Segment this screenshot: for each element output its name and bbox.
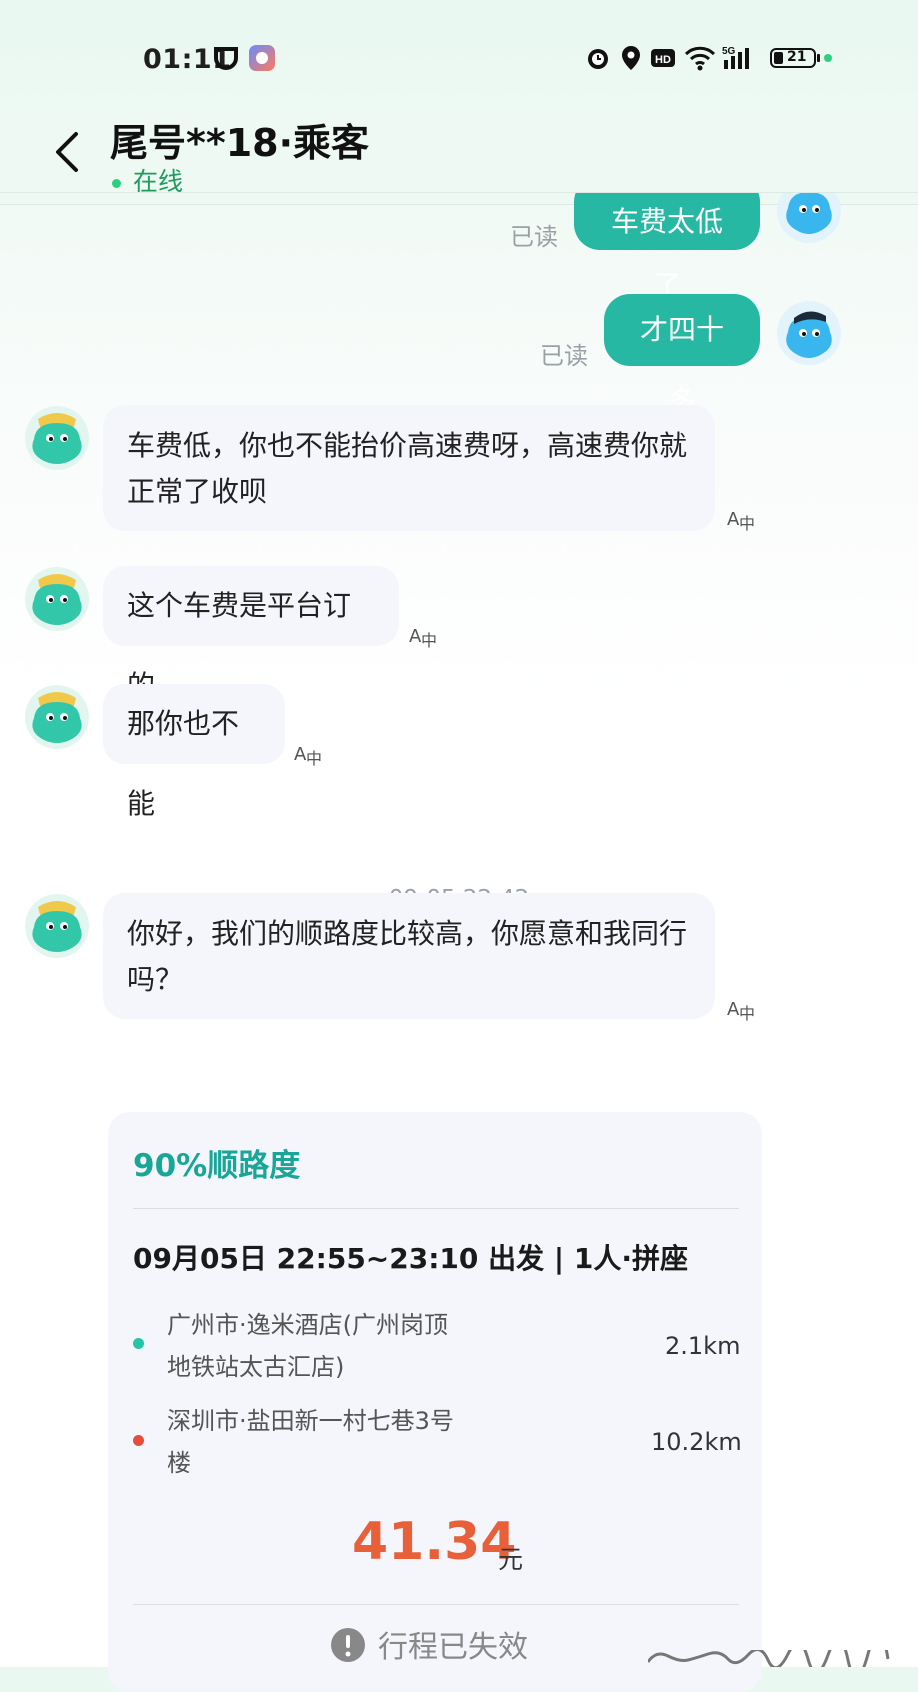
end-location-line: 深圳市·盐田新一村七巷3号 (167, 1407, 454, 1435)
message-bubble-incoming[interactable]: 你好，我们的顺路度比较高，你愿意和我同行 吗？ (103, 893, 715, 1019)
charging-dot (824, 54, 832, 62)
alarm-icon (588, 49, 608, 69)
passenger-avatar-icon[interactable] (24, 684, 90, 750)
svg-text:中: 中 (739, 514, 755, 533)
card-divider (133, 1208, 739, 1209)
svg-text:中: 中 (421, 631, 437, 650)
start-location-line: 地铁站太古汇店) (167, 1353, 345, 1381)
end-location: 深圳市·盐田新一村七巷3号 楼 (167, 1400, 454, 1484)
chat-title-front: 尾号**18·乘客 (110, 121, 370, 165)
watermark-logo-icon (648, 1650, 890, 1667)
passenger-avatar-icon[interactable] (24, 893, 90, 959)
end-location-line: 楼 (167, 1449, 191, 1477)
passenger-avatar-icon[interactable] (24, 566, 90, 632)
end-distance: 10.2km (651, 1428, 742, 1456)
status-bar: 01:11 HD 5G 21 (0, 0, 918, 120)
hd-icon: HD (651, 49, 675, 67)
wifi-icon (684, 46, 716, 71)
card-divider (133, 1604, 739, 1605)
start-location: 广州市·逸米酒店(广州岗顶 地铁站太古汇店) (167, 1304, 448, 1388)
message-text-line: 你好，我们的顺路度比较高，你愿意和我同行 (127, 917, 688, 950)
svg-text:中: 中 (306, 749, 322, 768)
online-dot-front (112, 178, 121, 188)
message-text-line: 正常了收呗 (127, 475, 268, 508)
route-match-title: 90%顺路度 (133, 1148, 301, 1184)
translate-icon[interactable]: A 中 (294, 740, 326, 768)
app-notification-icon (214, 47, 238, 70)
online-status-front: 在线 (112, 162, 183, 198)
passenger-avatar-icon[interactable] (24, 405, 90, 471)
translate-icon[interactable]: A 中 (727, 505, 759, 533)
signal-5g-icon: 5G (722, 46, 749, 69)
trip-price: 41.34 (352, 1512, 517, 1572)
message-text: 车费太低了 (610, 205, 723, 302)
trip-time-info: 09月05日 22:55~23:10 出发 | 1人·拼座 (133, 1242, 688, 1275)
read-receipt: 已读 (510, 223, 558, 251)
trip-status-expired: 行程已失效 (378, 1630, 528, 1665)
translate-icon[interactable]: A 中 (727, 995, 759, 1023)
svg-text:HD: HD (655, 54, 671, 66)
start-distance: 2.1km (665, 1332, 741, 1360)
message-text-line: 车费低，你也不能抬价高速费呀，高速费你就 (127, 429, 688, 462)
start-location-line: 广州市·逸米酒店(广州岗顶 (167, 1311, 448, 1339)
message-bubble-incoming[interactable]: 那你也不能 (103, 684, 285, 820)
svg-text:5G: 5G (722, 46, 736, 57)
message-bubble-incoming[interactable]: 这个车费是平台订的 (103, 566, 399, 702)
translate-icon[interactable]: A 中 (409, 622, 441, 650)
message-bubble-outgoing[interactable]: 才四十多 (604, 294, 760, 418)
price-unit: 元 (498, 1545, 524, 1574)
start-point-dot (133, 1338, 144, 1349)
my-avatar-icon[interactable] (776, 300, 842, 366)
online-label-front: 在线 (133, 167, 184, 196)
message-text: 那你也不能 (127, 707, 240, 820)
back-arrow-icon-front[interactable] (48, 128, 88, 176)
svg-text:中: 中 (739, 1004, 755, 1023)
message-text-line: 吗？ (127, 963, 184, 996)
end-point-dot (133, 1435, 144, 1446)
location-icon (622, 46, 640, 70)
message-bubble-incoming[interactable]: 车费低，你也不能抬价高速费呀，高速费你就 正常了收呗 (103, 405, 715, 531)
battery-level: 21 (787, 49, 807, 65)
read-receipt: 已读 (540, 342, 588, 370)
alert-icon (331, 1628, 365, 1662)
message-text: 才四十多 (639, 313, 724, 418)
app-badge-icon (249, 45, 275, 71)
